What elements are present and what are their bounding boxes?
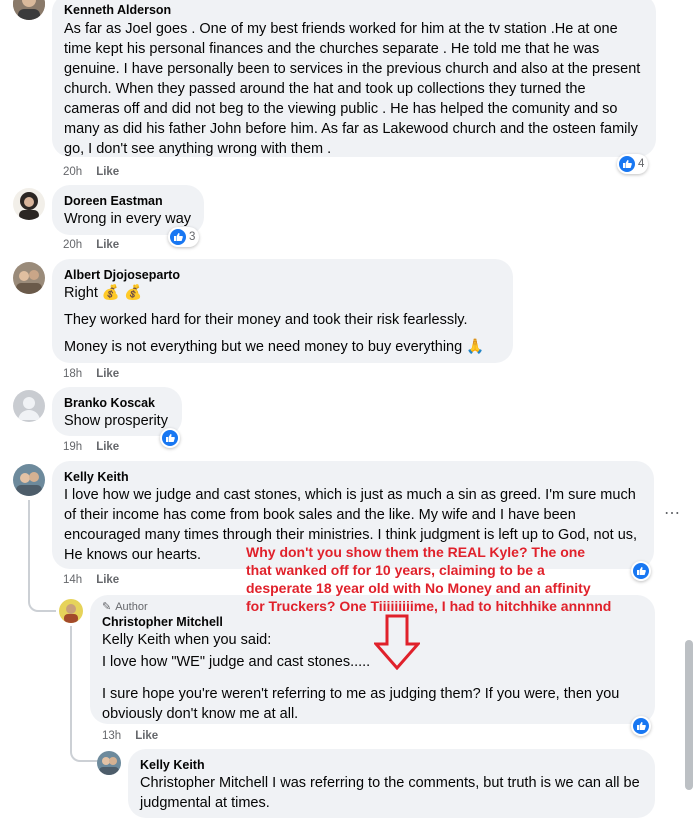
like-icon xyxy=(162,430,178,446)
timestamp[interactable]: 18h xyxy=(63,368,82,380)
comment-meta: 20h Like xyxy=(63,166,119,178)
like-icon xyxy=(170,229,186,245)
like-button[interactable]: Like xyxy=(96,368,119,380)
avatar-doreen[interactable] xyxy=(13,188,45,220)
annotation-line: desperate 18 year old with No Money and … xyxy=(246,580,591,596)
comment-text: Money is not everything but we need mone… xyxy=(64,339,485,355)
comment-meta: 14h Like xyxy=(63,574,119,586)
scrollbar[interactable] xyxy=(685,640,693,790)
avatar-branko[interactable] xyxy=(13,390,45,422)
like-button[interactable]: Like xyxy=(96,441,119,453)
timestamp[interactable]: 20h xyxy=(63,239,82,251)
comment-text: Right 💰 💰 xyxy=(64,285,143,301)
comment-bubble: Kenneth Alderson As far as Joel goes . O… xyxy=(52,0,656,157)
like-button[interactable]: Like xyxy=(135,730,158,742)
mention-link[interactable]: Kelly Keith xyxy=(102,632,171,648)
like-button[interactable]: Like xyxy=(96,239,119,251)
commenter-name[interactable]: Doreen Eastman xyxy=(64,193,192,209)
annotation-line: for Truckers? One Tiiiiiiiiime, I had to… xyxy=(246,598,612,614)
commenter-name[interactable]: Kelly Keith xyxy=(64,469,642,485)
like-icon xyxy=(619,156,635,172)
timestamp[interactable]: 20h xyxy=(63,166,82,178)
comment-bubble: Albert Djojoseparto Right 💰 💰 They worke… xyxy=(52,259,513,363)
comment-text: Wrong in every way xyxy=(64,211,192,227)
avatar-christopher[interactable] xyxy=(59,599,83,623)
commenter-name[interactable]: Albert Djojoseparto xyxy=(64,267,501,283)
avatar-kenneth[interactable] xyxy=(13,0,45,20)
reaction-count[interactable]: 3 xyxy=(168,227,200,247)
reaction-count[interactable] xyxy=(631,561,651,581)
reaction-count[interactable]: 4 xyxy=(617,154,649,174)
down-arrow-icon xyxy=(372,614,422,675)
like-icon xyxy=(633,718,649,734)
mention-link[interactable]: Christopher Mitchell xyxy=(140,775,268,791)
timestamp[interactable]: 13h xyxy=(102,730,121,742)
avatar-kelly[interactable] xyxy=(13,464,45,496)
avatar-kelly-reply[interactable] xyxy=(97,751,121,775)
comment-meta: 20h Like xyxy=(63,239,119,251)
annotation-line: Why don't you show them the REAL Kyle? T… xyxy=(246,544,586,560)
reply-meta: 13h Like xyxy=(102,730,158,742)
reaction-number: 3 xyxy=(189,231,196,243)
timestamp[interactable]: 14h xyxy=(63,574,82,586)
comment-text: As far as Joel goes . One of my best fri… xyxy=(64,21,641,157)
avatar-albert[interactable] xyxy=(13,262,45,294)
comment-meta: 19h Like xyxy=(63,441,119,453)
commenter-name[interactable]: Christopher Mitchell xyxy=(102,614,643,630)
reply-text: when you said: xyxy=(170,632,272,648)
comment-text: Show prosperity xyxy=(64,413,168,429)
annotation-text: Why don't you show them the REAL Kyle? T… xyxy=(246,543,611,615)
annotation-line: that wanked off for 10 years, claiming t… xyxy=(246,562,545,578)
commenter-name[interactable]: Kenneth Alderson xyxy=(64,2,644,18)
comment-bubble: Branko Koscak Show prosperity xyxy=(52,387,182,436)
quote-text: I love how "WE" judge and cast stones...… xyxy=(102,654,371,670)
comment-meta: 18h Like xyxy=(63,368,119,380)
reaction-count[interactable] xyxy=(160,428,180,448)
more-icon[interactable]: ⋯ xyxy=(664,503,680,523)
reaction-number: 4 xyxy=(638,158,645,170)
pencil-icon: ✎ xyxy=(102,601,112,613)
reply-text: I sure hope you're weren't referring to … xyxy=(102,686,620,722)
like-icon xyxy=(633,563,649,579)
comment-text: They worked hard for their money and too… xyxy=(64,312,468,328)
author-label: Author xyxy=(115,601,148,613)
reaction-count[interactable] xyxy=(631,716,651,736)
like-button[interactable]: Like xyxy=(96,574,119,586)
like-button[interactable]: Like xyxy=(96,166,119,178)
commenter-name[interactable]: Branko Koscak xyxy=(64,395,170,411)
reply-bubble: Kelly Keith Christopher Mitchell I was r… xyxy=(128,749,655,818)
commenter-name[interactable]: Kelly Keith xyxy=(140,757,643,773)
timestamp[interactable]: 19h xyxy=(63,441,82,453)
